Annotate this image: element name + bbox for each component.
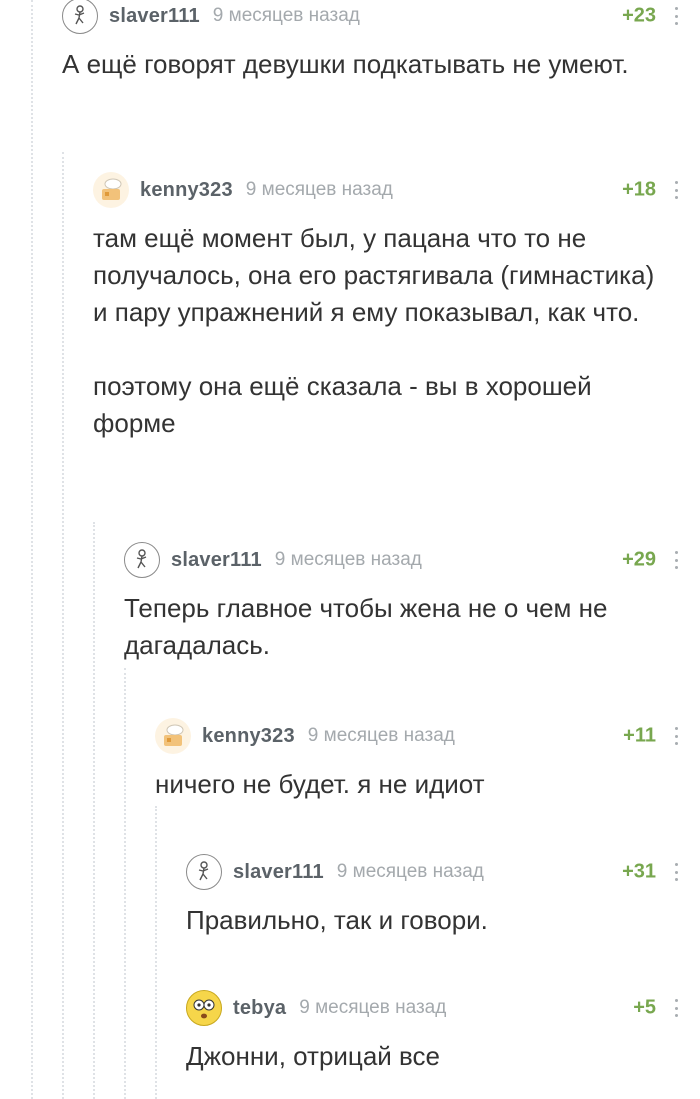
comment-time[interactable]: 9 месяцев назад xyxy=(275,549,422,571)
chef-hat-avatar-icon[interactable] xyxy=(93,172,129,208)
comment-rating: +18 xyxy=(622,178,656,201)
comment-text: Джонни, отрицай все xyxy=(186,1041,441,1071)
comment-text: Теперь главное чтобы жена не о чем не да… xyxy=(124,593,608,660)
comment-time[interactable]: 9 месяцев назад xyxy=(337,861,484,883)
comment-time[interactable]: 9 месяцев назад xyxy=(299,997,446,1019)
more-options-icon[interactable] xyxy=(674,727,678,745)
comment-rating: +5 xyxy=(633,996,656,1019)
chef-hat-avatar-icon[interactable] xyxy=(155,718,191,754)
comment: slaver111 9 месяцев назад +31 Правильно,… xyxy=(186,852,678,939)
comment-username[interactable]: tebya xyxy=(233,997,286,1020)
surprised-face-avatar-icon[interactable] xyxy=(186,990,222,1026)
comment-rating: +31 xyxy=(622,860,656,883)
comment-rating: +29 xyxy=(622,548,656,571)
comment-header: kenny323 9 месяцев назад +18 xyxy=(93,170,678,210)
comment-header: slaver111 9 месяцев назад +31 xyxy=(186,852,678,892)
thread-line-level-1[interactable] xyxy=(31,0,33,1099)
comment-header: tebya 9 месяцев назад +5 xyxy=(186,988,678,1028)
comment-text: ничего не будет. я не идиот xyxy=(155,769,485,799)
comment: tebya 9 месяцев назад +5 Джонни, отрицай… xyxy=(186,988,678,1075)
comment-text: там ещё момент был, у пацана что то не п… xyxy=(93,223,655,438)
comment-header: kenny323 9 месяцев назад +11 xyxy=(155,716,678,756)
comment-username[interactable]: slaver111 xyxy=(171,549,262,572)
comment-rating: +11 xyxy=(623,724,656,747)
comment-header: slaver111 9 месяцев назад +29 xyxy=(124,540,678,580)
comment-rating: +23 xyxy=(622,4,656,27)
comment: slaver111 9 месяцев назад +23 А ещё гово… xyxy=(62,0,678,83)
comment-text: А ещё говорят девушки подкатывать не уме… xyxy=(62,49,629,79)
comment-time[interactable]: 9 месяцев назад xyxy=(246,179,393,201)
more-options-icon[interactable] xyxy=(674,999,678,1017)
thread-line-level-5[interactable] xyxy=(155,806,157,1099)
comment-username[interactable]: kenny323 xyxy=(140,179,233,202)
more-options-icon[interactable] xyxy=(674,551,678,569)
comment: slaver111 9 месяцев назад +29 Теперь гла… xyxy=(124,540,678,664)
comment-text: Правильно, так и говори. xyxy=(186,905,488,935)
thread-line-level-4[interactable] xyxy=(124,668,126,1099)
more-options-icon[interactable] xyxy=(674,7,678,25)
comment-header: slaver111 9 месяцев назад +23 xyxy=(62,0,678,36)
comment-time[interactable]: 9 месяцев назад xyxy=(308,725,455,747)
comment: kenny323 9 месяцев назад +18 там ещё мом… xyxy=(93,170,678,442)
comment: kenny323 9 месяцев назад +11 ничего не б… xyxy=(155,716,678,803)
comment-username[interactable]: kenny323 xyxy=(202,725,295,748)
sketch-figure-avatar-icon[interactable] xyxy=(62,0,98,34)
sketch-figure-avatar-icon[interactable] xyxy=(124,542,160,578)
comment-username[interactable]: slaver111 xyxy=(233,861,324,884)
thread-line-level-3[interactable] xyxy=(93,522,95,1099)
more-options-icon[interactable] xyxy=(674,181,678,199)
thread-line-level-2[interactable] xyxy=(62,152,64,1099)
more-options-icon[interactable] xyxy=(674,863,678,881)
comment-time[interactable]: 9 месяцев назад xyxy=(213,5,360,27)
sketch-figure-avatar-icon[interactable] xyxy=(186,854,222,890)
comment-username[interactable]: slaver111 xyxy=(109,5,200,28)
